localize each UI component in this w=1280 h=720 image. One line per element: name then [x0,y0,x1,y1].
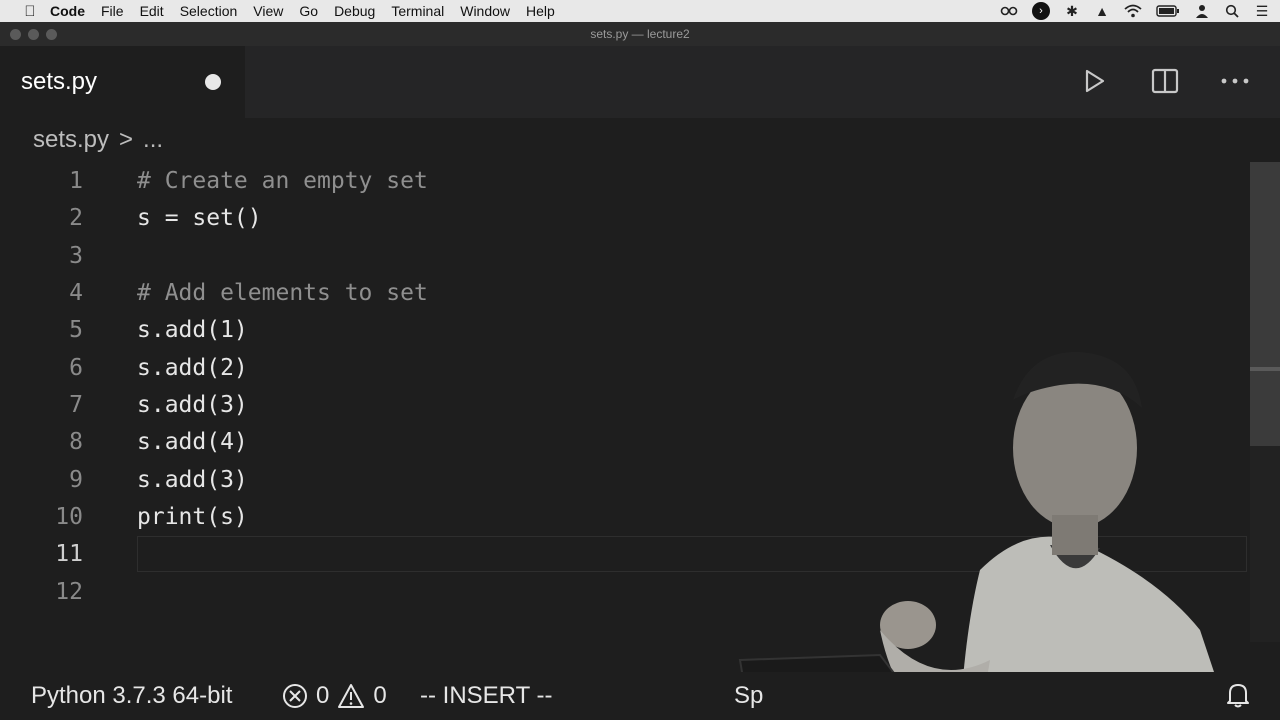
menu-app-name[interactable]: Code [50,3,85,19]
menubar-status-area: › ✱ ▲ ☰ [1000,0,1270,22]
breadcrumb-separator: > [119,126,134,153]
problems-status[interactable]: 0 0 [282,682,387,710]
code-line[interactable]: 4 # Add elements to set [0,274,1250,311]
menu-file[interactable]: File [101,3,124,19]
chevron-badge-icon[interactable]: › [1032,2,1050,20]
code-line[interactable]: 1 # Create an empty set [0,162,1250,199]
line-number: 7 [69,391,83,418]
zoom-window-button[interactable] [46,29,57,40]
run-icon[interactable] [1080,64,1110,98]
menu-go[interactable]: Go [299,3,318,19]
close-window-button[interactable] [10,29,21,40]
code-text: print(s) [137,503,248,530]
line-number: 1 [69,167,83,194]
tab-sets-py[interactable]: sets.py [0,46,245,118]
minimize-window-button[interactable] [28,29,39,40]
breadcrumb: sets.py > ... [33,126,163,154]
code-text: s.add(3) [137,466,248,493]
menu-selection[interactable]: Selection [180,3,238,19]
editor-tab-bar: sets.py [0,46,1280,118]
vim-mode-status: -- INSERT -- [420,682,553,709]
window-controls [10,29,57,40]
code-line[interactable]: 12 [0,573,1250,610]
line-number: 4 [69,279,83,306]
code-text: s.add(3) [137,391,248,418]
code-line[interactable]: 10 print(s) [0,498,1250,535]
menu-view[interactable]: View [253,3,283,19]
code-line[interactable]: 3 [0,237,1250,274]
macos-menubar:  Code File Edit Selection View Go Debug… [0,0,1280,22]
code-line[interactable]: 8 s.add(4) [0,423,1250,460]
menu-debug[interactable]: Debug [334,3,375,19]
code-line[interactable]: 6 s.add(2) [0,349,1250,386]
error-icon [283,684,307,708]
menu-terminal[interactable]: Terminal [391,3,444,19]
code-text: s.add(4) [137,428,248,455]
code-text: s = set() [137,204,262,231]
bell-icon[interactable] [1226,682,1250,715]
more-actions-icon[interactable] [1220,64,1250,98]
spotlight-search-icon[interactable] [1224,4,1240,18]
menu-help[interactable]: Help [526,3,555,19]
unsaved-dot-icon[interactable] [205,74,221,90]
battery-icon[interactable] [1156,5,1180,17]
line-number: 8 [69,428,83,455]
line-number: 5 [69,316,83,343]
line-number: 6 [69,354,83,381]
window-titlebar: sets.py — lecture2 [0,22,1280,46]
error-count: 0 [316,682,330,709]
bluetooth-icon[interactable]: ✱ [1064,3,1080,20]
user-icon[interactable] [1194,4,1210,18]
indentation-status[interactable]: Sp [734,682,763,710]
breadcrumb-file[interactable]: sets.py [33,126,109,154]
python-interpreter-status[interactable]: Python 3.7.3 64-bit [31,682,232,710]
breadcrumb-more[interactable]: ... [143,126,163,154]
editor-actions [1080,64,1250,98]
glasses-icon[interactable] [1000,5,1018,17]
warning-icon [338,684,365,708]
line-number: 12 [55,578,83,605]
notification-center-icon[interactable]: ☰ [1254,3,1270,20]
line-number: 9 [69,466,83,493]
tab-label: sets.py [21,68,98,95]
line-number: 2 [69,204,83,231]
line-number: 10 [55,503,83,530]
line-number: 3 [69,242,83,269]
window-title: sets.py — lecture2 [590,27,690,41]
editor-scrollbar-thumb[interactable] [1250,162,1280,446]
code-text: s.add(2) [137,354,248,381]
apple-icon[interactable]:  [16,3,44,20]
code-line[interactable]: 2 s = set() [0,199,1250,236]
menu-edit[interactable]: Edit [140,3,164,19]
code-line[interactable]: 7 s.add(3) [0,386,1250,423]
code-editor[interactable]: 1 # Create an empty set 2 s = set() 3 4 … [0,162,1250,642]
status-bar: Python 3.7.3 64-bit 0 0 -- INSERT -- Sp [0,672,1280,720]
code-text: s.add(1) [137,316,248,343]
code-text: # Create an empty set [137,167,428,194]
warning-count: 0 [373,682,387,709]
code-line[interactable]: 9 s.add(3) [0,461,1250,498]
line-number: 11 [55,540,83,567]
split-editor-icon[interactable] [1150,64,1180,98]
code-text: # Add elements to set [137,279,428,306]
code-line[interactable]: 5 s.add(1) [0,311,1250,348]
airplay-icon[interactable]: ▲ [1094,3,1110,19]
wifi-icon[interactable] [1124,4,1142,18]
scrollbar-cursor-marker [1250,367,1280,371]
current-line-highlight [137,536,1247,572]
menu-window[interactable]: Window [460,3,510,19]
